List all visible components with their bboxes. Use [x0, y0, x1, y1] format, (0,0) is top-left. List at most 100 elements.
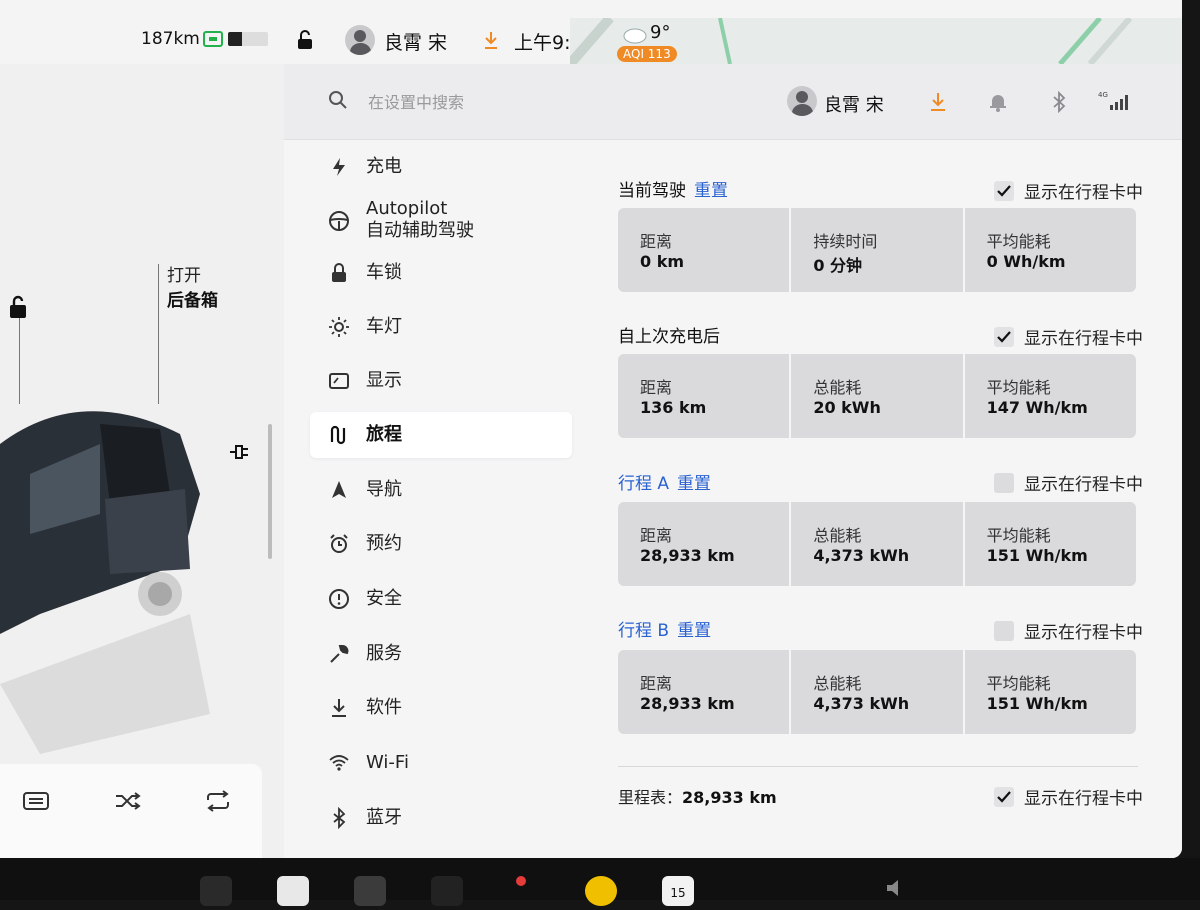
avatar[interactable]: [345, 25, 375, 55]
show-in-card-checkbox[interactable]: 显示在行程卡中: [994, 324, 1143, 349]
menu-label: 安全: [366, 588, 402, 609]
download-icon[interactable]: [928, 91, 948, 113]
panel-scrollbar[interactable]: [268, 424, 272, 559]
checkbox-label: 显示在行程卡中: [1024, 475, 1143, 495]
stat-label: 持续时间: [813, 232, 878, 251]
lock-icon[interactable]: [6, 294, 30, 320]
car-screen: 187km 良霄 宋 上午9:41 9° AQI 113 打开 后备箱 在设置中…: [0, 0, 1182, 858]
profile-name[interactable]: 良霄 宋: [384, 28, 447, 55]
trunk-button[interactable]: 打开 后备箱: [167, 264, 218, 314]
menu-item-autopilot[interactable]: Autopilot 自动辅助驾驶: [310, 192, 572, 250]
menu-item-navigation[interactable]: 导航: [310, 467, 572, 513]
menu-label: Wi-Fi: [366, 752, 409, 773]
stat-cell: 距离 0 km: [618, 208, 792, 292]
display-icon: [329, 373, 349, 389]
charging-app-icon[interactable]: [585, 876, 617, 906]
odometer-label: 里程表：: [618, 788, 683, 807]
menu-label: 导航: [366, 479, 402, 500]
menu-label: 软件: [366, 697, 402, 718]
menu-label: 显示: [366, 370, 402, 391]
reset-button[interactable]: 重置: [694, 181, 728, 201]
stat-cell: 平均能耗 147 Wh/km: [965, 354, 1136, 438]
bell-icon[interactable]: [988, 91, 1008, 113]
menu-item-schedule[interactable]: 预约: [310, 521, 572, 567]
download-icon: [332, 699, 346, 717]
menu-item-safety[interactable]: 安全: [310, 576, 572, 622]
bluetooth-icon[interactable]: [1049, 91, 1069, 113]
calendar-icon[interactable]: 15: [662, 876, 694, 906]
menu-label: 充电: [366, 156, 402, 177]
search-icon: [329, 91, 347, 109]
unlocked-icon[interactable]: [296, 30, 314, 50]
menu-item-locks[interactable]: 车锁: [310, 250, 572, 296]
pin-icon[interactable]: [510, 876, 532, 906]
section-current-drive: 当前驾驶 重置: [618, 176, 728, 201]
stat-cell: 总能耗 4,373 kWh: [791, 502, 965, 586]
menu-item-wifi[interactable]: Wi-Fi: [310, 740, 572, 786]
stat-value: 151 Wh/km: [986, 546, 1088, 565]
stat-cell: 距离 28,933 km: [618, 650, 792, 734]
stat-cell: 平均能耗 151 Wh/km: [965, 650, 1136, 734]
stat-value: 0 km: [640, 252, 685, 271]
menu-item-lights[interactable]: 车灯: [310, 304, 572, 350]
odometer: 里程表：28,933 km: [618, 784, 777, 808]
shuffle-icon[interactable]: [110, 786, 146, 816]
menu-label: 车灯: [366, 316, 402, 337]
download-icon[interactable]: [482, 30, 500, 50]
show-in-card-checkbox[interactable]: 显示在行程卡中: [994, 618, 1143, 643]
car-model-image: [0, 411, 210, 754]
divider: [618, 766, 1138, 767]
notes-icon[interactable]: [277, 876, 309, 906]
settings-search-input[interactable]: [366, 88, 610, 116]
stat-cell: 距离 28,933 km: [618, 502, 792, 586]
section-title: 行程 B: [618, 621, 670, 641]
stat-value: 28,933 km: [640, 546, 735, 565]
stat-cell: 总能耗 20 kWh: [791, 354, 965, 438]
reset-button[interactable]: 重置: [677, 621, 711, 641]
theater-icon[interactable]: [431, 876, 463, 906]
settings-panel: 良霄 宋 4G 充电 Autopilot: [284, 64, 1182, 858]
avatar[interactable]: [787, 86, 817, 116]
menu-item-bluetooth[interactable]: 蓝牙: [310, 795, 572, 841]
menu-item-software[interactable]: 软件: [310, 685, 572, 731]
charge-port-icon[interactable]: [228, 442, 252, 462]
toybox-icon[interactable]: [354, 876, 386, 906]
stat-label: 平均能耗: [986, 526, 1051, 545]
stat-cell: 总能耗 4,373 kWh: [791, 650, 965, 734]
status-bar: 187km 良霄 宋 上午9:41 9° AQI 113: [0, 0, 1182, 64]
checkbox-label: 显示在行程卡中: [1024, 623, 1143, 643]
repeat-icon[interactable]: [200, 786, 236, 816]
show-in-card-checkbox[interactable]: 显示在行程卡中: [994, 178, 1143, 203]
stat-value: 0 Wh/km: [986, 252, 1066, 271]
checkbox-checked: [994, 180, 1014, 201]
wrench-icon: [330, 645, 349, 663]
menu-label: 旅程: [366, 424, 402, 445]
stat-cell: 平均能耗 151 Wh/km: [965, 502, 1136, 586]
show-in-card-checkbox[interactable]: 显示在行程卡中: [994, 470, 1143, 495]
stat-value: 4,373 kWh: [813, 694, 910, 713]
section-trip-a: 行程 A 重置: [618, 469, 711, 494]
reset-button[interactable]: 重置: [677, 474, 711, 494]
stat-cell: 持续时间 0 分钟: [791, 208, 965, 292]
stat-label: 平均能耗: [986, 232, 1051, 251]
section-since-charge: 自上次充电后: [618, 322, 720, 347]
stat-card: 距离 28,933 km 总能耗 4,373 kWh 平均能耗 151 Wh/km: [618, 650, 1136, 734]
menu-item-service[interactable]: 服务: [310, 631, 572, 677]
car-panel: 打开 后备箱: [0, 64, 284, 858]
stat-cell: 距离 136 km: [618, 354, 792, 438]
stat-value: 147 Wh/km: [986, 398, 1088, 417]
bolt-icon: [333, 158, 345, 176]
queue-icon[interactable]: [18, 786, 54, 816]
checkbox-label: 显示在行程卡中: [1024, 329, 1143, 349]
profile-name[interactable]: 良霄 宋: [824, 91, 884, 117]
steering-wheel-icon: [329, 211, 349, 231]
section-title: 自上次充电后: [618, 327, 720, 347]
show-in-card-checkbox[interactable]: 显示在行程卡中: [994, 784, 1143, 809]
menu-item-trips[interactable]: 旅程: [310, 412, 572, 458]
more-apps-icon[interactable]: [200, 876, 232, 906]
volume-icon[interactable]: [884, 876, 908, 906]
menu-item-display[interactable]: 显示: [310, 358, 572, 404]
menu-item-charging[interactable]: 充电: [310, 144, 572, 190]
checkbox-checked: [994, 786, 1014, 807]
stat-label: 总能耗: [813, 378, 862, 397]
